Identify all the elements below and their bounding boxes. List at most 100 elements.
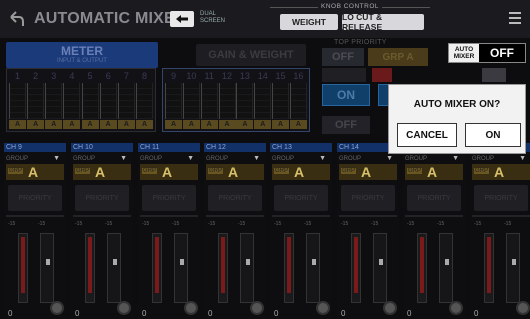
strip-group-value[interactable]: GRP A: [6, 164, 64, 180]
tab-meter[interactable]: METER INPUT & OUTPUT: [6, 42, 158, 68]
menu-icon: [509, 12, 521, 14]
strip-priority-button[interactable]: PRIORITY: [407, 185, 461, 211]
knob-icon[interactable]: [383, 301, 397, 315]
fader-knob[interactable]: [46, 259, 50, 265]
fader-knob[interactable]: [379, 259, 383, 265]
fader-knob[interactable]: [246, 259, 250, 265]
knob-icon[interactable]: [50, 301, 64, 315]
top-priority-off-button[interactable]: OFF: [322, 48, 364, 66]
knob-icon[interactable]: [516, 301, 530, 315]
weight-fader[interactable]: [107, 233, 121, 303]
group-b-indicator: [372, 68, 392, 82]
top-priority-off2-button[interactable]: OFF: [322, 116, 370, 134]
knob-icon[interactable]: [250, 301, 264, 315]
tab-meter-sublabel: INPUT & OUTPUT: [57, 58, 107, 64]
dual-screen-button[interactable]: [170, 11, 194, 27]
channel-strip[interactable]: CH 10 GROUP ▼ GRP A PRIORITY -15 -15 0: [71, 143, 133, 319]
dropdown-arrow-icon: ▼: [386, 155, 393, 162]
weight-fader[interactable]: [174, 233, 188, 303]
meter-bars: [165, 83, 307, 119]
knob-icon[interactable]: [117, 301, 131, 315]
strip-priority-button[interactable]: PRIORITY: [474, 185, 528, 211]
knob-weight-button[interactable]: WEIGHT: [280, 14, 338, 30]
weight-fader[interactable]: [40, 233, 54, 303]
level-meter-fill: [354, 237, 358, 293]
strip-group-label[interactable]: GROUP ▼: [339, 154, 397, 164]
top-priority-label: TOP PRIORITY: [334, 39, 387, 46]
strip-group-value[interactable]: GRP A: [206, 164, 264, 180]
page-title: AUTOMATIC MIXER: [34, 10, 187, 27]
channel-strip[interactable]: CH 14 GROUP ▼ GRP A PRIORITY -15 -15 0: [337, 143, 399, 319]
weight-fader[interactable]: [506, 233, 520, 303]
strip-priority-button[interactable]: PRIORITY: [8, 185, 62, 211]
confirm-on-button[interactable]: ON: [465, 123, 521, 147]
strip-group-value[interactable]: GRP A: [140, 164, 198, 180]
weight-fader[interactable]: [373, 233, 387, 303]
strip-priority-button[interactable]: PRIORITY: [274, 185, 328, 211]
back-arrow-icon: [10, 11, 24, 26]
auto-mixer-label: AUTO MIXER: [449, 44, 479, 62]
strip-group-label[interactable]: GROUP ▼: [472, 154, 530, 164]
dropdown-arrow-icon: ▼: [452, 155, 459, 162]
weight-fader[interactable]: [439, 233, 453, 303]
channel-strip[interactable]: CH 13 GROUP ▼ GRP A PRIORITY -15 -15 0: [270, 143, 332, 319]
meter-bars: [9, 83, 153, 119]
strip-group-value[interactable]: GRP A: [405, 164, 463, 180]
strip-group-label[interactable]: GROUP ▼: [405, 154, 463, 164]
weight-fader[interactable]: [240, 233, 254, 303]
strip-zero-label: 0: [474, 309, 479, 318]
strip-channel-name: CH 13: [270, 143, 332, 152]
cancel-button[interactable]: CANCEL: [397, 123, 457, 147]
strip-group-label[interactable]: GROUP ▼: [140, 154, 198, 164]
meter-panel-ch9-16[interactable]: 9 10 11 12 13 14 15 16 AA AA AA AA: [162, 68, 310, 132]
strip-group-label[interactable]: GROUP ▼: [73, 154, 131, 164]
strip-group-value[interactable]: GRP A: [272, 164, 330, 180]
left-arrow-icon: [176, 15, 188, 23]
fader-knob[interactable]: [180, 259, 184, 265]
strip-group-label[interactable]: GROUP ▼: [6, 154, 64, 164]
fader-knob[interactable]: [445, 259, 449, 265]
top-bar: AUTOMATIC MIXER DUAL SCREEN KNOB CONTROL…: [0, 0, 530, 38]
strip-channel-name: CH 12: [204, 143, 266, 152]
channel-strip[interactable]: GROUP ▼ GRP A PRIORITY -15 -15 0: [403, 143, 465, 319]
dialog-message: AUTO MIXER ON?: [413, 99, 501, 110]
strip-group-value[interactable]: GRP A: [73, 164, 131, 180]
strip-priority-button[interactable]: PRIORITY: [75, 185, 129, 211]
dropdown-arrow-icon: ▼: [120, 155, 127, 162]
strip-priority-button[interactable]: PRIORITY: [142, 185, 196, 211]
strip-group-value[interactable]: GRP A: [339, 164, 397, 180]
back-button[interactable]: [4, 6, 28, 32]
strip-group-value[interactable]: GRP A: [472, 164, 530, 180]
fader-knob[interactable]: [512, 259, 516, 265]
knob-icon[interactable]: [316, 301, 330, 315]
meter-panel-ch1-8[interactable]: 12 34 56 78 AA AA AA AA: [6, 68, 156, 132]
fader-knob[interactable]: [312, 259, 316, 265]
channel-strip[interactable]: CH 11 GROUP ▼ GRP A PRIORITY -15 -15 0: [138, 143, 200, 319]
top-priority-group-select[interactable]: GRP A: [368, 48, 428, 66]
group-a-indicator: [322, 68, 366, 82]
channel-strip[interactable]: CH 9 GROUP ▼ GRP A PRIORITY -15 -15 0: [4, 143, 66, 319]
menu-button[interactable]: [506, 8, 524, 28]
top-priority-on-button[interactable]: ON: [322, 84, 370, 106]
confirm-dialog: AUTO MIXER ON? CANCEL ON: [388, 84, 526, 154]
strip-priority-button[interactable]: PRIORITY: [341, 185, 395, 211]
fader-knob[interactable]: [113, 259, 117, 265]
strip-zero-label: 0: [75, 309, 80, 318]
channel-strip[interactable]: GROUP ▼ GRP A PRIORITY -15 -15 0: [470, 143, 530, 319]
weight-fader[interactable]: [306, 233, 320, 303]
knob-locut-release-button[interactable]: LO CUT & RELEASE: [342, 12, 424, 32]
channel-strip[interactable]: CH 12 GROUP ▼ GRP A PRIORITY -15 -15 0: [204, 143, 266, 319]
knob-icon[interactable]: [449, 301, 463, 315]
strip-zero-label: 0: [341, 309, 346, 318]
auto-mixer-toggle[interactable]: AUTO MIXER OFF: [448, 43, 526, 63]
level-meter-fill: [420, 237, 424, 293]
dual-screen-label: DUAL SCREEN: [200, 11, 226, 24]
knob-icon[interactable]: [184, 301, 198, 315]
group-badges: AA AA AA AA: [9, 120, 153, 129]
strip-priority-button[interactable]: PRIORITY: [208, 185, 262, 211]
strip-group-label[interactable]: GROUP ▼: [272, 154, 330, 164]
strip-channel-name: CH 11: [138, 143, 200, 152]
tab-gain-weight[interactable]: GAIN & WEIGHT: [196, 44, 306, 66]
strip-group-label[interactable]: GROUP ▼: [206, 154, 264, 164]
strip-zero-label: 0: [8, 309, 13, 318]
